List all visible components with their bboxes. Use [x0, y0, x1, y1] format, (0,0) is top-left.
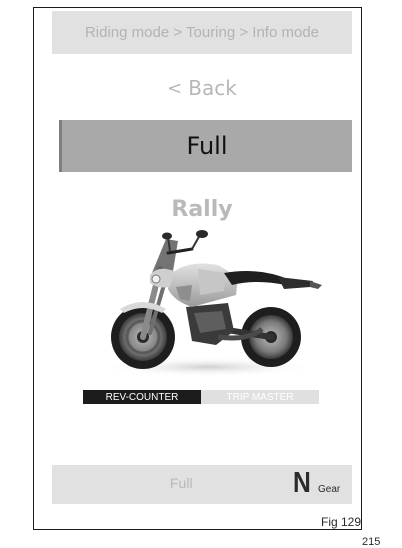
rally-item-label: Rally	[171, 196, 233, 222]
display-tabs: REV-COUNTER TRIP MASTER	[83, 390, 319, 404]
motorcycle-image	[98, 230, 322, 377]
tab-trip-master[interactable]: TRIP MASTER	[201, 390, 319, 404]
menu-item-full-selected[interactable]: Full	[59, 120, 352, 172]
menu-item-rally[interactable]: Rally	[52, 192, 352, 226]
breadcrumb: Riding mode > Touring > Info mode	[52, 11, 352, 54]
chevron-left-icon: <	[167, 77, 183, 99]
dashboard-screen: Riding mode > Touring > Info mode < Back…	[52, 11, 352, 504]
page-number: 215	[362, 536, 381, 548]
tab-rev-counter-label: REV-COUNTER	[105, 391, 179, 403]
current-mode: Full	[170, 475, 193, 491]
tab-trip-master-label: TRIP MASTER	[226, 391, 294, 403]
menu-item-back[interactable]: < Back	[52, 73, 352, 103]
back-label: Back	[188, 76, 237, 100]
tab-rev-counter[interactable]: REV-COUNTER	[83, 390, 201, 404]
selected-item-label: Full	[186, 132, 228, 160]
gear-indicator: N	[293, 467, 311, 499]
breadcrumb-text: Riding mode > Touring > Info mode	[84, 24, 320, 41]
status-bar: Full N Gear	[52, 465, 352, 504]
figure-caption: Fig 129	[321, 515, 362, 529]
gear-label: Gear	[318, 484, 341, 495]
